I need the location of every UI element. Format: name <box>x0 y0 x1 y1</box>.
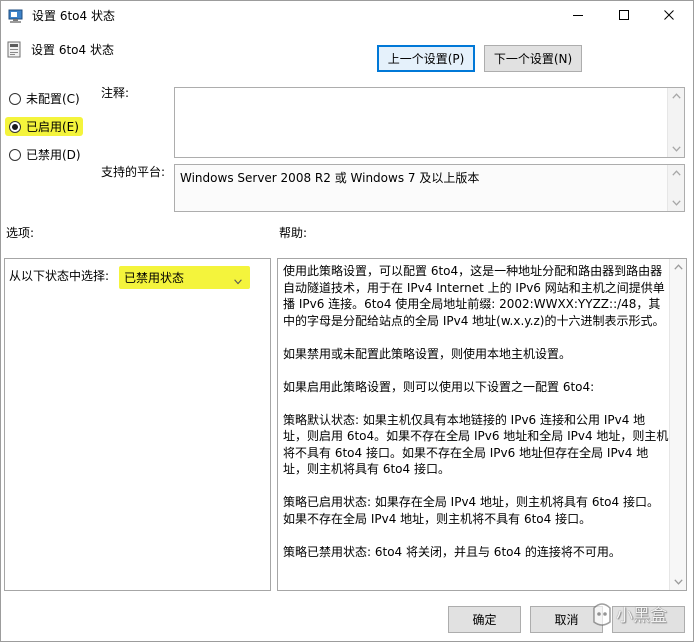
options-label: 选项: <box>6 226 35 240</box>
comment-label: 注释: <box>101 86 130 100</box>
help-text: 使用此策略设置，可以配置 6to4，这是一种地址分配和路由器到路由器自动隧道技术… <box>283 263 669 588</box>
platform-label: 支持的平台: <box>101 165 166 179</box>
close-icon <box>664 9 674 23</box>
policy-editor-icon <box>8 8 24 24</box>
maximize-button[interactable] <box>601 1 647 31</box>
radio-not-configured[interactable]: 未配置(C) <box>7 90 80 107</box>
state-select-label: 从以下状态中选择: <box>9 269 110 283</box>
minimize-button[interactable] <box>555 1 601 31</box>
help-paragraph: 如果启用此策略设置，则可以使用以下设置之一配置 6to4: <box>283 379 595 394</box>
help-paragraph: 策略已禁用状态: 6to4 将关闭，并且与 6to4 的连接将不可用。 <box>283 544 621 559</box>
scroll-down-arrow-icon[interactable] <box>670 574 686 590</box>
radio-enabled[interactable]: 已启用(E) <box>7 118 79 135</box>
xiaoheihe-logo-icon <box>590 599 614 629</box>
radio-label: 未配置(C) <box>26 91 80 106</box>
close-button[interactable] <box>646 1 692 31</box>
platform-box: Windows Server 2008 R2 或 Windows 7 及以上版本 <box>174 164 685 212</box>
comment-box[interactable] <box>174 87 685 158</box>
maximize-icon <box>619 9 629 23</box>
chevron-down-icon <box>234 274 242 285</box>
scroll-up-arrow-icon[interactable] <box>668 165 684 181</box>
platform-scrollbar[interactable] <box>667 165 684 211</box>
state-select[interactable]: 已禁用状态 <box>119 266 250 289</box>
radio-label: 已启用(E) <box>26 119 79 134</box>
comment-input[interactable] <box>175 88 667 157</box>
help-scrollbar[interactable] <box>669 259 686 590</box>
window-title: 设置 6to4 状态 <box>32 9 115 23</box>
ok-button[interactable]: 确定 <box>448 606 521 633</box>
scroll-up-arrow-icon[interactable] <box>670 259 686 275</box>
title-bar[interactable]: 设置 6to4 状态 <box>1 1 693 31</box>
radio-button[interactable] <box>9 148 21 161</box>
radio-disabled[interactable]: 已禁用(D) <box>7 146 81 163</box>
radio-button[interactable] <box>9 92 21 105</box>
policy-setting-dialog: 设置 6to4 状态 设置 6to4 状态 上一个设置(P) 下一个设置(N) … <box>0 0 694 642</box>
next-setting-button[interactable]: 下一个设置(N) <box>484 45 582 72</box>
platform-value: Windows Server 2008 R2 或 Windows 7 及以上版本 <box>180 171 480 185</box>
minimize-icon <box>573 9 583 23</box>
help-paragraph: 策略已启用状态: 如果存在全局 IPv4 地址，则主机将具有 6to4 接口。如… <box>283 495 659 526</box>
scroll-down-arrow-icon[interactable] <box>668 195 684 211</box>
help-label: 帮助: <box>279 226 308 240</box>
comment-scrollbar[interactable] <box>667 88 684 157</box>
policy-setting-icon <box>6 41 23 59</box>
setting-title: 设置 6to4 状态 <box>31 43 114 57</box>
help-paragraph: 如果禁用或未配置此策略设置，则使用本地主机设置。 <box>283 346 572 361</box>
watermark-text: 小黑盒 <box>616 606 667 626</box>
scroll-up-arrow-icon[interactable] <box>668 88 684 104</box>
radio-label: 已禁用(D) <box>26 147 81 162</box>
scroll-down-arrow-icon[interactable] <box>668 141 684 157</box>
help-panel: 使用此策略设置，可以配置 6to4，这是一种地址分配和路由器到路由器自动隧道技术… <box>277 258 687 591</box>
previous-setting-button[interactable]: 上一个设置(P) <box>377 45 475 72</box>
help-paragraph: 策略默认状态: 如果主机仅具有本地链接的 IPv6 连接和公用 IPv4 地址，… <box>283 412 669 477</box>
options-panel: 从以下状态中选择: 已禁用状态 <box>4 258 271 591</box>
state-select-value: 已禁用状态 <box>124 271 185 285</box>
radio-button[interactable] <box>9 120 21 133</box>
help-paragraph: 使用此策略设置，可以配置 6to4，这是一种地址分配和路由器到路由器自动隧道技术… <box>283 264 665 328</box>
